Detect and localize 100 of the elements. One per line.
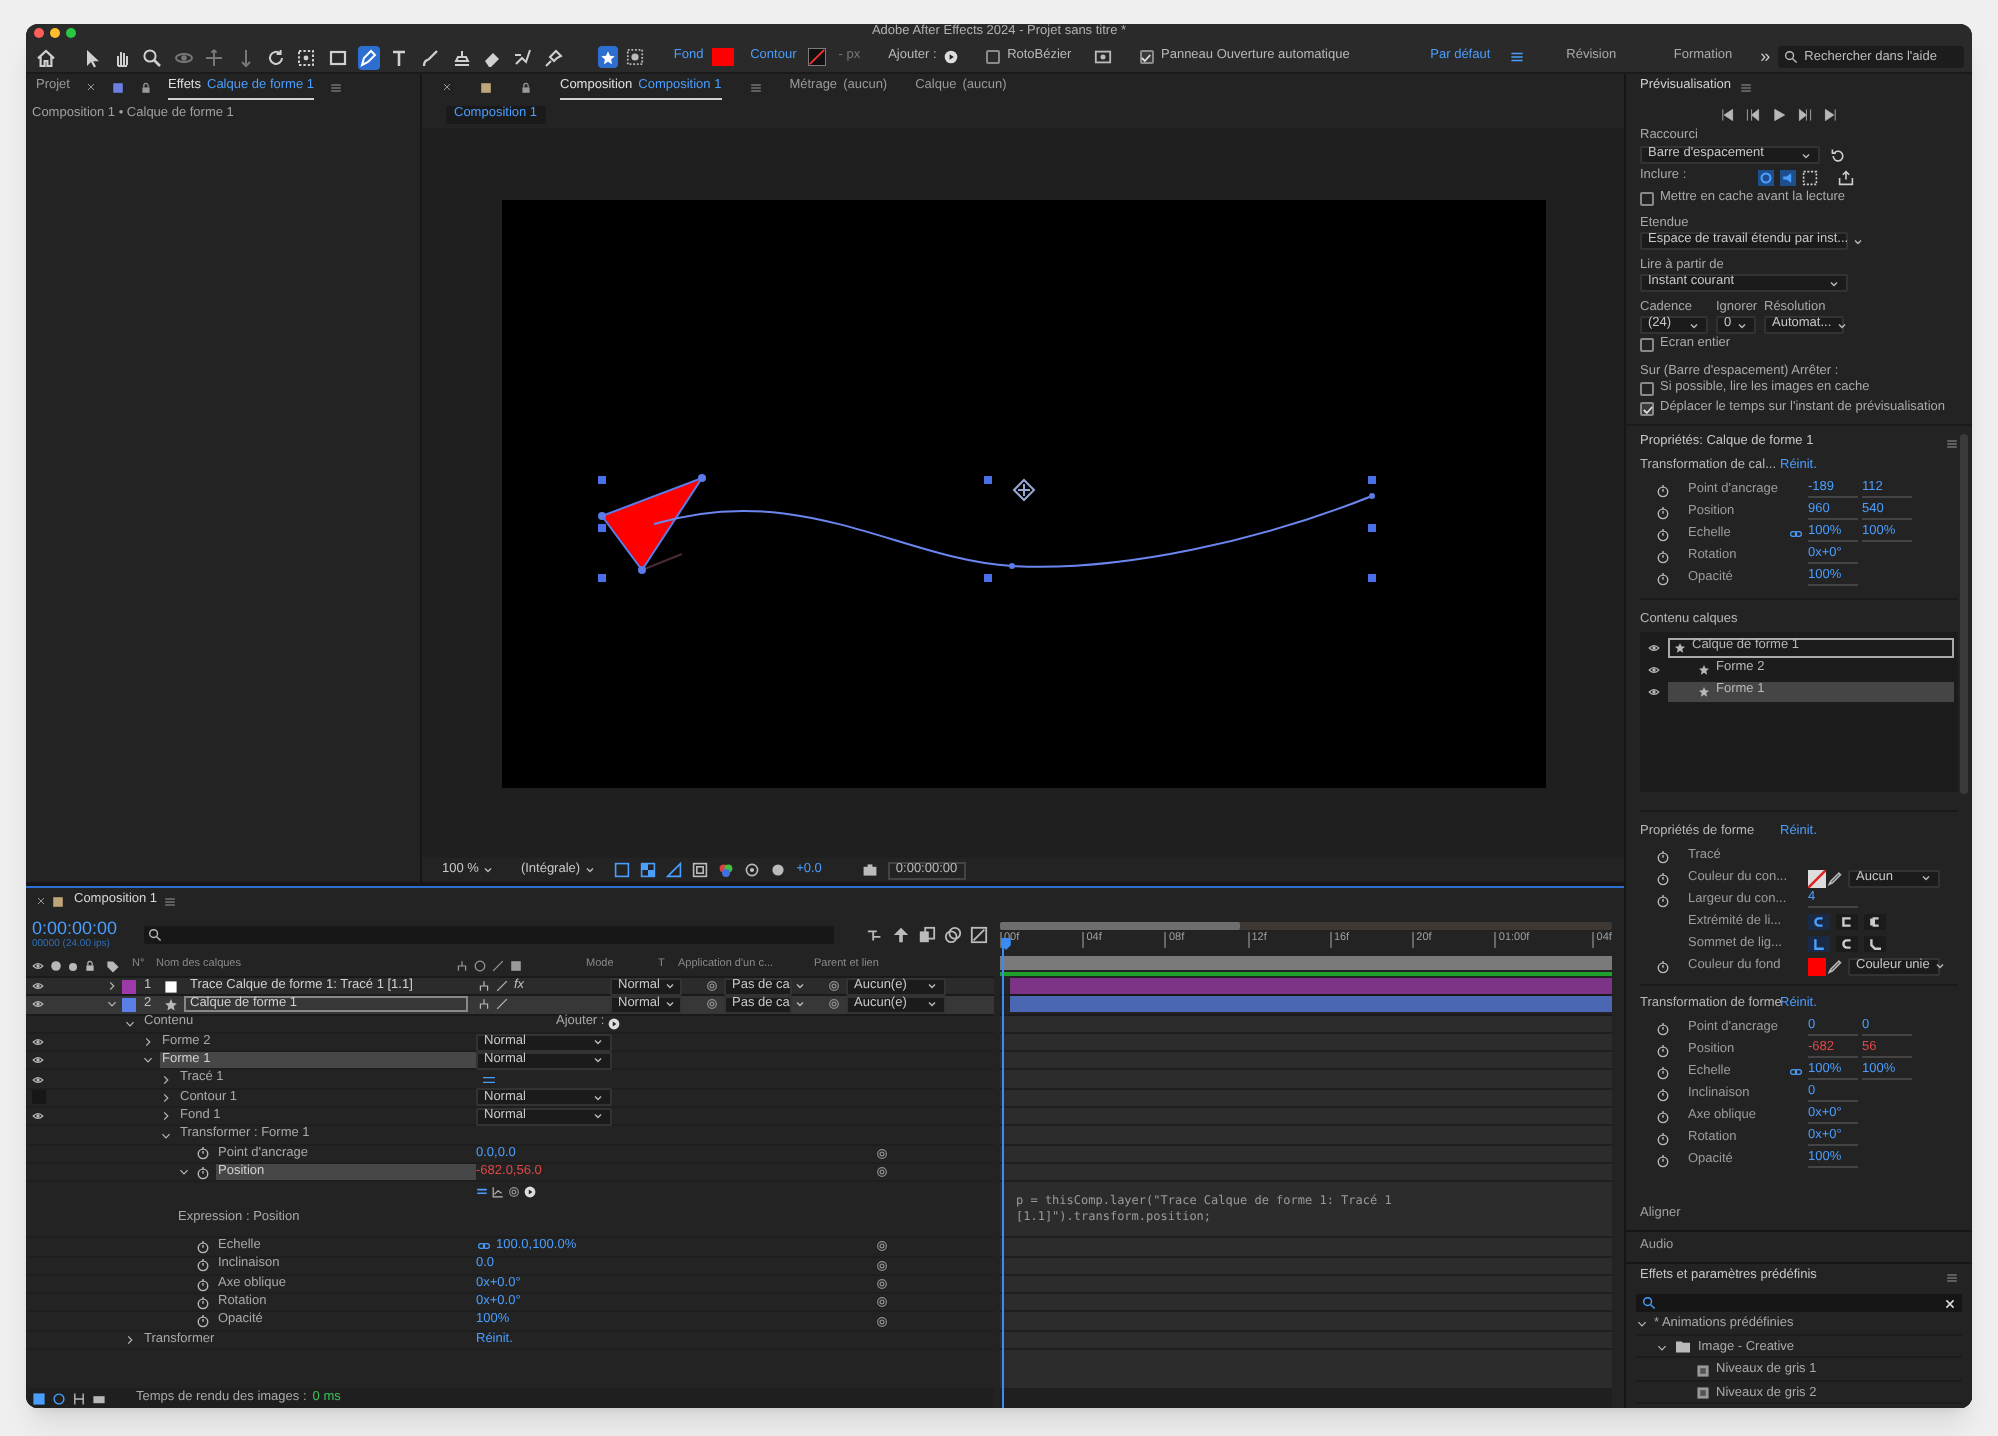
color-management-icon[interactable] — [744, 862, 761, 878]
menu-icon[interactable] — [1946, 1271, 1958, 1283]
camera-box-icon[interactable] — [1094, 48, 1113, 66]
language-menu-icon[interactable] — [524, 1185, 536, 1198]
caret-icon[interactable] — [106, 980, 118, 993]
caret-icon[interactable] — [1636, 1318, 1648, 1331]
checkbox[interactable] — [1640, 192, 1654, 206]
eye-icon[interactable] — [32, 960, 44, 972]
anchor-point-icon[interactable] — [1011, 477, 1035, 501]
close-icon[interactable] — [36, 896, 46, 906]
caret-icon[interactable] — [160, 1129, 172, 1142]
first-frame-icon[interactable] — [1720, 107, 1734, 121]
caret-icon[interactable] — [1656, 1341, 1668, 1354]
pickwhip-icon[interactable] — [508, 1185, 520, 1198]
color-swatch[interactable] — [1808, 957, 1826, 975]
link-icon[interactable] — [1788, 528, 1804, 540]
roto-brush-icon[interactable] — [512, 47, 533, 67]
line-style-button[interactable] — [1864, 936, 1886, 952]
color-channels-icon[interactable] — [718, 862, 735, 878]
star-shape-button[interactable] — [598, 46, 618, 68]
overflow-chevrons[interactable]: » — [1760, 48, 1771, 66]
eye-icon[interactable] — [32, 1073, 44, 1086]
stopwatch-icon[interactable] — [196, 1295, 210, 1310]
expression-graph-icon[interactable] — [492, 1185, 504, 1198]
eye-icon[interactable] — [32, 1054, 44, 1067]
stopwatch-icon[interactable] — [196, 1165, 210, 1180]
play-icon[interactable] — [1772, 107, 1786, 121]
caret-icon[interactable] — [160, 1110, 172, 1123]
link-icon[interactable] — [476, 1240, 492, 1253]
checkbox[interactable] — [1640, 382, 1654, 396]
caret-icon[interactable] — [160, 1091, 172, 1104]
label-color-swatch[interactable] — [122, 979, 136, 994]
safe-zones-icon[interactable] — [692, 862, 709, 878]
move-arrows-icon[interactable] — [204, 47, 225, 67]
stopwatch-icon[interactable] — [1656, 1153, 1670, 1167]
stopwatch-icon[interactable] — [1656, 871, 1670, 885]
stopwatch-icon[interactable] — [1656, 549, 1670, 563]
caret-icon[interactable] — [160, 1073, 172, 1086]
caret-icon[interactable] — [106, 998, 118, 1011]
menu-icon[interactable] — [1510, 50, 1525, 64]
flowchart-icon[interactable] — [866, 926, 884, 944]
lock-icon[interactable] — [520, 81, 532, 93]
eye-icon[interactable] — [32, 1110, 44, 1123]
label-color-swatch[interactable] — [122, 997, 136, 1012]
lift-icon[interactable] — [892, 926, 910, 944]
reset-icon[interactable] — [1830, 147, 1846, 163]
stopwatch-icon[interactable] — [1656, 527, 1670, 541]
eyedropper-icon[interactable] — [1826, 958, 1842, 974]
eye-icon[interactable] — [32, 998, 44, 1011]
current-time[interactable]: 0:00:00:00 — [32, 920, 136, 938]
rectangle-icon[interactable] — [327, 47, 348, 67]
add-circle-icon[interactable] — [608, 1017, 621, 1030]
menu-icon[interactable] — [329, 81, 342, 93]
pin-icon[interactable] — [543, 47, 564, 67]
next-frame-icon[interactable] — [1798, 107, 1812, 121]
video-loop-icon[interactable] — [1758, 169, 1774, 185]
eye-icon[interactable] — [1648, 641, 1660, 653]
stopwatch-icon[interactable] — [1656, 1065, 1670, 1079]
stopwatch-icon[interactable] — [1656, 849, 1670, 863]
shy-icon[interactable] — [478, 998, 490, 1011]
lock-icon[interactable] — [84, 960, 96, 972]
caret-icon[interactable] — [178, 1166, 190, 1179]
shy-icon[interactable] — [478, 980, 490, 993]
rotate-icon[interactable] — [266, 47, 287, 67]
stopwatch-icon[interactable] — [1656, 1021, 1670, 1035]
home-icon[interactable] — [35, 47, 56, 67]
mask-visibility-icon[interactable] — [666, 862, 683, 878]
eraser-icon[interactable] — [481, 47, 502, 67]
minimize-button[interactable] — [50, 28, 60, 38]
stopwatch-icon[interactable] — [1656, 893, 1670, 907]
stopwatch-icon[interactable] — [1656, 483, 1670, 497]
shy-icon[interactable] — [456, 960, 468, 972]
graph-editor-icon[interactable] — [970, 926, 988, 944]
stopwatch-icon[interactable] — [1656, 1043, 1670, 1057]
eye-icon[interactable] — [32, 1036, 44, 1049]
layer-duration-bar[interactable] — [1010, 996, 1612, 1013]
text-tool-icon[interactable] — [389, 47, 410, 67]
stopwatch-icon[interactable] — [1656, 505, 1670, 519]
line-style-button[interactable] — [1864, 914, 1886, 930]
shape-path-drawing[interactable] — [597, 473, 1375, 581]
presets-search-field[interactable] — [1636, 1294, 1962, 1312]
stopwatch-icon[interactable] — [196, 1314, 210, 1329]
close-icon[interactable] — [442, 82, 452, 92]
stopwatch-icon[interactable] — [196, 1239, 210, 1254]
stopwatch-icon[interactable] — [196, 1146, 210, 1161]
export-icon[interactable] — [1838, 169, 1854, 185]
checkbox[interactable] — [1640, 402, 1654, 416]
checkbox[interactable] — [985, 50, 1000, 64]
last-frame-icon[interactable] — [1824, 107, 1838, 121]
eye-icon[interactable] — [1648, 663, 1660, 675]
line-style-button[interactable] — [1808, 914, 1830, 930]
mask-icon[interactable] — [625, 48, 644, 66]
line-style-button[interactable] — [1836, 914, 1858, 930]
menu-icon[interactable] — [1946, 437, 1958, 449]
stopwatch-icon[interactable] — [1656, 1131, 1670, 1145]
previous-frame-icon[interactable] — [1746, 107, 1760, 121]
line-style-button[interactable] — [1836, 936, 1858, 952]
stopwatch-icon[interactable] — [1656, 571, 1670, 585]
stopwatch-icon[interactable] — [196, 1258, 210, 1273]
close-button[interactable] — [34, 28, 44, 38]
